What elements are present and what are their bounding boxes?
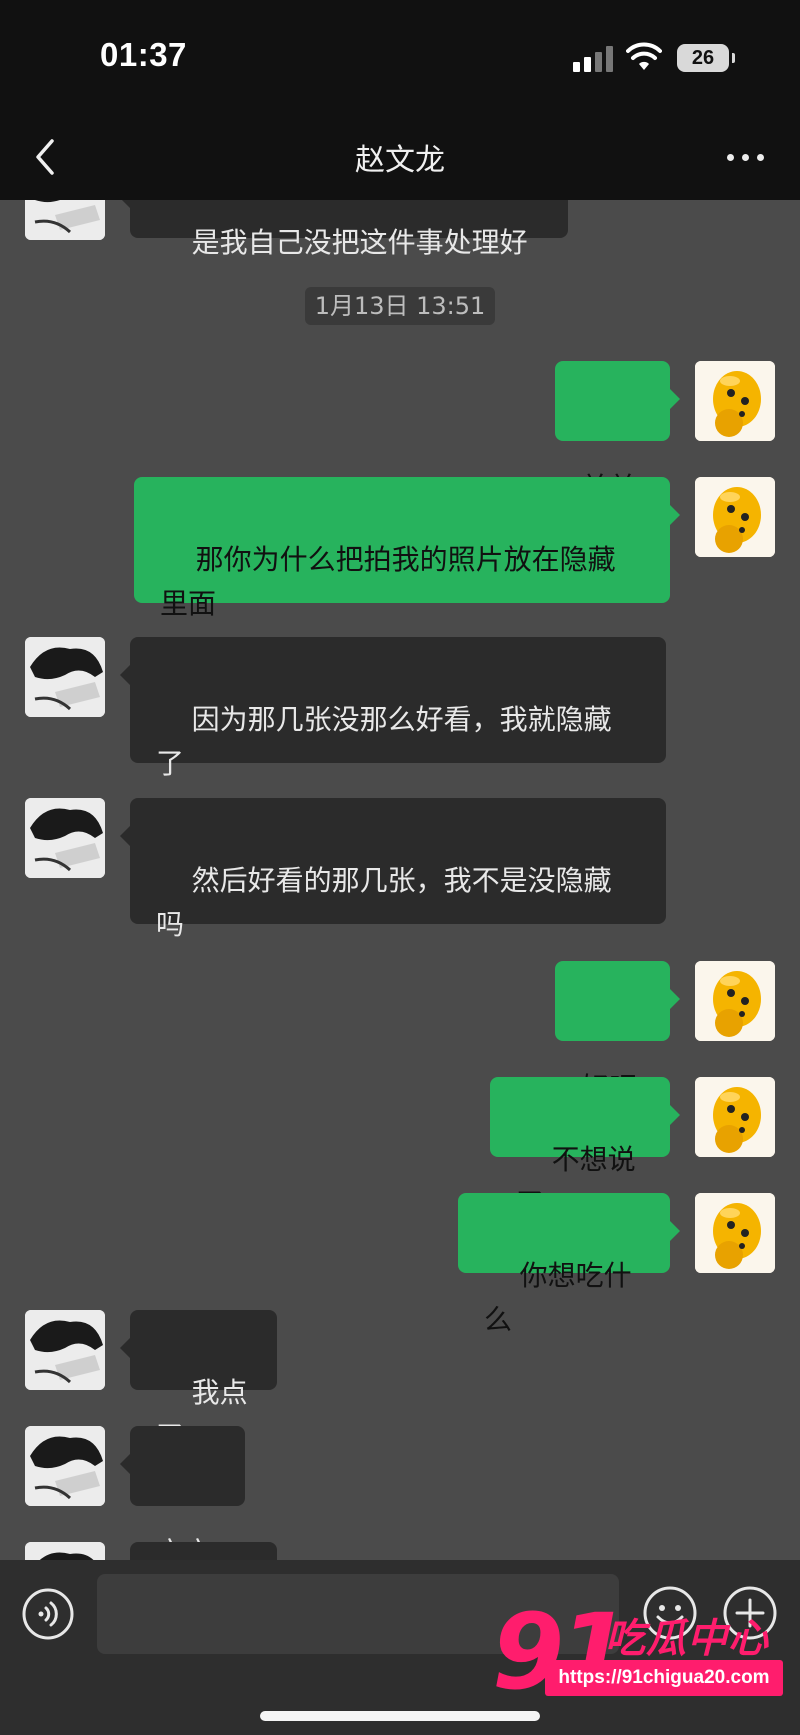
avatar[interactable] bbox=[695, 1077, 775, 1157]
signal-icon bbox=[573, 46, 615, 72]
watermark-url: https://91chigua20.com bbox=[545, 1660, 783, 1696]
avatar[interactable] bbox=[25, 1310, 105, 1390]
avatar[interactable] bbox=[695, 1193, 775, 1273]
message-bubble-outgoing[interactable]: 好吧 bbox=[555, 961, 680, 1104]
message-bubble-outgoing[interactable]: 那你为什么把拍我的照片放在隐藏 里面 bbox=[134, 477, 680, 620]
status-time: 01:37 bbox=[100, 36, 187, 73]
message-text: 你想吃什么 bbox=[484, 1259, 632, 1336]
avatar[interactable] bbox=[25, 637, 105, 717]
watermark-text: 吃瓜中心 bbox=[605, 1616, 769, 1662]
avatar[interactable] bbox=[25, 1542, 105, 1560]
message-text: 那你为什么把拍我的照片放在隐藏 里面 bbox=[160, 543, 616, 620]
chat-area[interactable]: 是我自己没把这件事处理好 1月13日 13:51 弟弟 那你为什么把拍我的照片放… bbox=[0, 200, 800, 1560]
avatar[interactable] bbox=[695, 477, 775, 557]
message-text: 然后好看的那几张，我不是没隐藏 吗 bbox=[156, 864, 612, 941]
message-text: 因为那几张没那么好看，我就隐藏 了 bbox=[156, 703, 612, 780]
wifi-icon bbox=[626, 42, 662, 70]
message-text: 是我自己没把这件事处理好 bbox=[191, 226, 528, 259]
chat-header: 赵文龙 bbox=[0, 115, 800, 200]
message-bubble-incoming[interactable] bbox=[130, 1542, 277, 1560]
avatar[interactable] bbox=[25, 1426, 105, 1506]
voice-icon[interactable] bbox=[21, 1587, 75, 1641]
battery-icon: 26 bbox=[677, 44, 735, 72]
message-bubble-incoming[interactable]: 是我自己没把这件事处理好 bbox=[120, 200, 568, 259]
chat-timestamp: 1月13日 13:51 bbox=[305, 287, 495, 325]
avatar[interactable] bbox=[25, 798, 105, 878]
avatar[interactable] bbox=[25, 200, 105, 240]
message-bubble-outgoing[interactable]: 你想吃什么 bbox=[458, 1193, 680, 1336]
message-bubble-incoming[interactable]: 我点了 bbox=[120, 1310, 277, 1453]
chat-title: 赵文龙 bbox=[355, 143, 445, 178]
status-bar: 01:37 26 bbox=[0, 0, 800, 115]
message-bubble-incoming[interactable]: 因为那几张没那么好看，我就隐藏 了 bbox=[120, 637, 666, 780]
avatar[interactable] bbox=[695, 361, 775, 441]
message-bubble-incoming[interactable]: 宝宝 bbox=[120, 1426, 245, 1560]
message-bubble-outgoing[interactable]: 弟弟 bbox=[555, 361, 680, 504]
more-icon[interactable] bbox=[726, 151, 766, 163]
message-bubble-incoming[interactable]: 然后好看的那几张，我不是没隐藏 吗 bbox=[120, 798, 666, 941]
avatar[interactable] bbox=[695, 961, 775, 1041]
message-bubble-outgoing[interactable]: 不想说了 bbox=[490, 1077, 680, 1220]
